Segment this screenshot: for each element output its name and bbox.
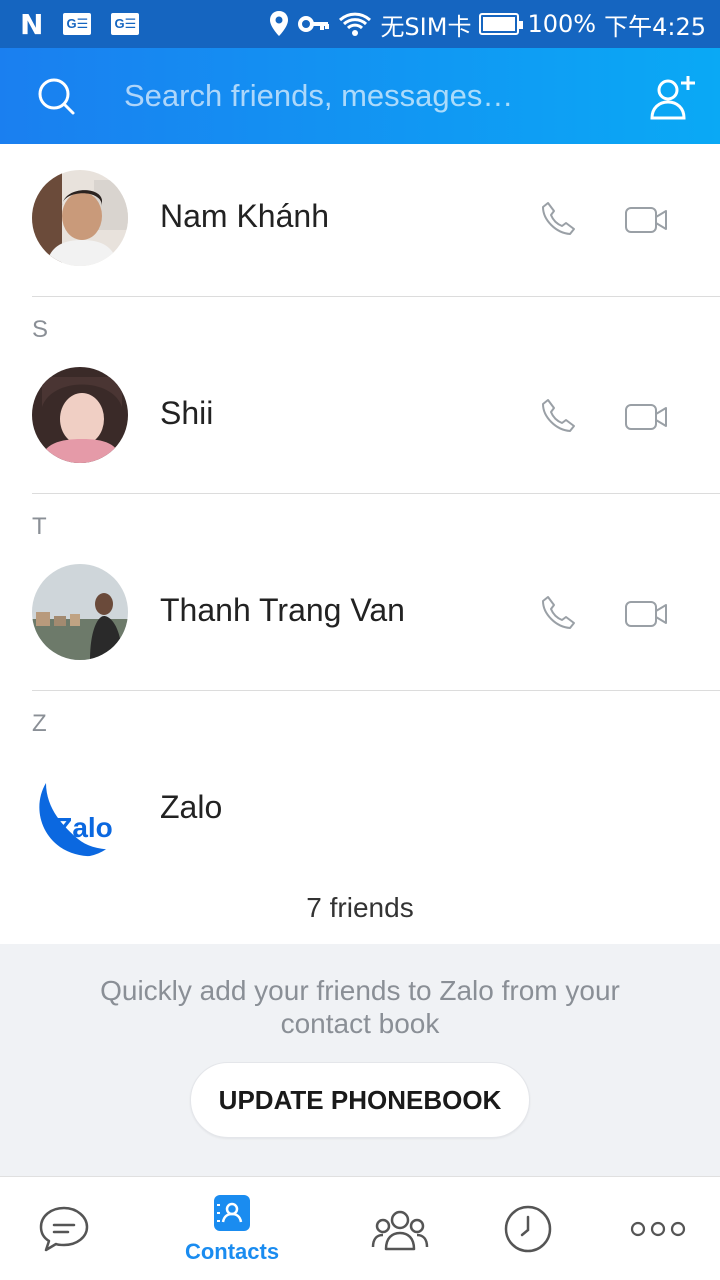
promo-text: Quickly add your friends to Zalo from yo…	[100, 975, 620, 1039]
contact-name: Shii	[160, 395, 214, 431]
contact-name: Thanh Trang Van	[160, 592, 405, 628]
clock: 下午4:25	[604, 12, 706, 41]
wifi-icon	[339, 12, 372, 36]
ge-box-icon: G☰	[111, 13, 140, 35]
bottom-nav: Contacts	[0, 1176, 720, 1280]
groups-icon	[371, 1210, 429, 1251]
zalo-logo-text: Zalo	[55, 812, 113, 843]
status-bar: N G☰ G☰ 无SIM卡 100% 下午4:25	[0, 0, 720, 48]
search-input[interactable]	[124, 70, 604, 122]
friends-count: 7 friends	[306, 892, 414, 923]
contact-name: Zalo	[160, 789, 223, 825]
ge-box-icon: G☰	[63, 13, 92, 35]
battery-percent: 100%	[527, 10, 597, 38]
app-header	[0, 48, 720, 144]
avatar	[32, 367, 128, 463]
zalo-logo: Zalo	[32, 761, 128, 857]
clock-icon	[504, 1205, 552, 1253]
phone-call-icon[interactable]	[540, 200, 576, 236]
tab-timeline[interactable]	[488, 1177, 568, 1280]
video-call-icon[interactable]	[624, 598, 668, 630]
section-header: T	[32, 513, 47, 540]
contacts-icon	[214, 1195, 250, 1231]
section-header: Z	[32, 710, 47, 737]
contact-name: Nam Khánh	[160, 198, 329, 234]
divider	[32, 493, 720, 494]
contact-row[interactable]: Nam Khánh	[0, 146, 720, 294]
phonebook-promo: Quickly add your friends to Zalo from yo…	[0, 944, 720, 1176]
more-icon	[630, 1221, 686, 1237]
avatar	[32, 564, 128, 660]
contact-row[interactable]: Thanh Trang Van	[0, 540, 720, 688]
key-icon	[298, 16, 330, 32]
tab-more[interactable]	[618, 1177, 698, 1280]
section-header: S	[32, 316, 49, 343]
video-call-icon[interactable]	[624, 204, 668, 236]
update-phonebook-button[interactable]: UPDATE PHONEBOOK	[190, 1062, 530, 1138]
phone-call-icon[interactable]	[540, 594, 576, 630]
sim-status: 无SIM卡	[380, 12, 472, 41]
divider	[32, 690, 720, 691]
contact-row[interactable]: Shii	[0, 343, 720, 491]
tab-contacts[interactable]: Contacts	[170, 1177, 294, 1280]
tab-groups[interactable]	[360, 1177, 440, 1280]
avatar	[32, 170, 128, 266]
battery-icon	[479, 13, 524, 35]
messages-icon	[39, 1206, 89, 1252]
add-friend-icon[interactable]	[648, 74, 696, 120]
phone-call-icon[interactable]	[540, 397, 576, 433]
divider	[32, 296, 720, 297]
contact-row[interactable]: Zalo Zalo	[0, 737, 720, 885]
search-icon[interactable]	[36, 76, 76, 116]
tab-contacts-label: Contacts	[184, 1239, 280, 1264]
tab-messages[interactable]	[24, 1177, 104, 1280]
n-logo-icon: N	[20, 7, 44, 41]
location-icon	[270, 11, 289, 36]
video-call-icon[interactable]	[624, 401, 668, 433]
